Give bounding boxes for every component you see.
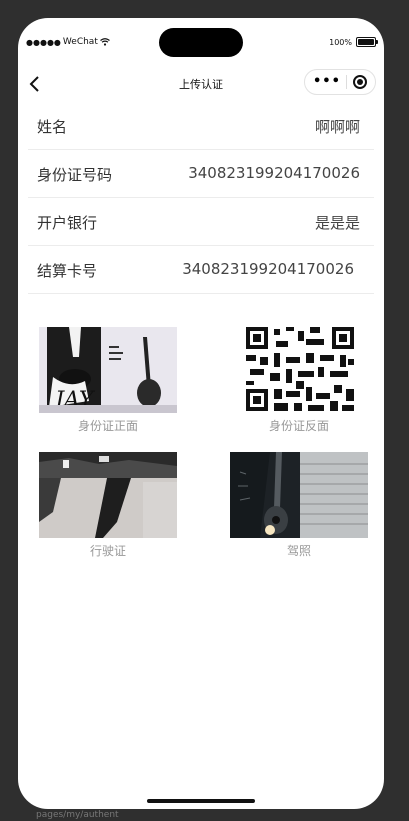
name-label: 姓名 bbox=[37, 118, 68, 136]
id-back-photo[interactable] bbox=[230, 327, 368, 413]
info-row-name: 姓名 啊啊啊 bbox=[28, 102, 374, 150]
bank-label: 开户银行 bbox=[37, 214, 98, 232]
info-row-card-number: 结算卡号 340823199204170026 bbox=[28, 246, 374, 294]
photo-cell-vehicle-license: 行驶证 bbox=[39, 452, 177, 559]
navigation-bar: 上传认证 ••• bbox=[18, 66, 384, 102]
driver-license-caption: 驾照 bbox=[286, 544, 311, 558]
vehicle-license-image bbox=[39, 452, 177, 538]
battery-percent: 100% bbox=[329, 37, 352, 47]
devtools-path-bar: pages/my/authent bbox=[0, 809, 409, 821]
id-front-photo[interactable]: JAY bbox=[39, 327, 177, 413]
status-bar: ●●●●● WeChat 100% bbox=[18, 18, 384, 66]
home-indicator[interactable] bbox=[147, 799, 255, 803]
signal-indicator: ●●●●● WeChat bbox=[26, 37, 110, 47]
camera-notch bbox=[159, 28, 243, 57]
card-number-label: 结算卡号 bbox=[37, 262, 98, 280]
driver-license-photo[interactable] bbox=[230, 452, 368, 538]
id-front-image: JAY bbox=[39, 327, 177, 413]
info-row-id-number: 身份证号码 340823199204170026 bbox=[28, 150, 374, 198]
card-number-value: 340823199204170026 bbox=[182, 260, 354, 278]
carrier-name: WeChat bbox=[62, 37, 98, 47]
vehicle-license-caption: 行驶证 bbox=[89, 544, 126, 558]
photo-cell-id-front: JAY 身份证正面 bbox=[39, 327, 177, 434]
phone-screen: ●●●●● WeChat 100% 上传认证 ••• 姓名 啊啊啊 身份证号码 … bbox=[18, 18, 384, 809]
info-row-bank: 开户银行 是是是 bbox=[28, 198, 374, 246]
page-path: pages/my/authent bbox=[36, 810, 119, 820]
more-icon[interactable]: ••• bbox=[313, 69, 341, 95]
bank-value: 是是是 bbox=[314, 214, 360, 232]
capsule-divider bbox=[346, 75, 348, 89]
battery-indicator: 100% bbox=[329, 37, 378, 47]
qr-code-image bbox=[230, 327, 368, 413]
mini-program-capsule: ••• bbox=[304, 69, 376, 95]
id-number-label: 身份证号码 bbox=[37, 166, 113, 184]
photo-cell-id-back: 身份证反面 bbox=[230, 327, 368, 434]
photo-cell-driver-license: 驾照 bbox=[230, 452, 368, 559]
battery-icon bbox=[356, 37, 378, 47]
signal-icon: ●●●●● bbox=[26, 37, 61, 47]
info-list: 姓名 啊啊啊 身份证号码 340823199204170026 开户银行 是是是… bbox=[28, 102, 374, 294]
wifi-icon bbox=[99, 38, 110, 46]
name-value: 啊啊啊 bbox=[314, 118, 360, 136]
id-number-value: 340823199204170026 bbox=[188, 164, 360, 182]
driver-license-image bbox=[230, 452, 368, 538]
close-target-icon[interactable] bbox=[353, 75, 367, 89]
vehicle-license-photo[interactable] bbox=[39, 452, 177, 538]
id-back-caption: 身份证反面 bbox=[268, 419, 329, 433]
id-front-caption: 身份证正面 bbox=[77, 419, 138, 433]
